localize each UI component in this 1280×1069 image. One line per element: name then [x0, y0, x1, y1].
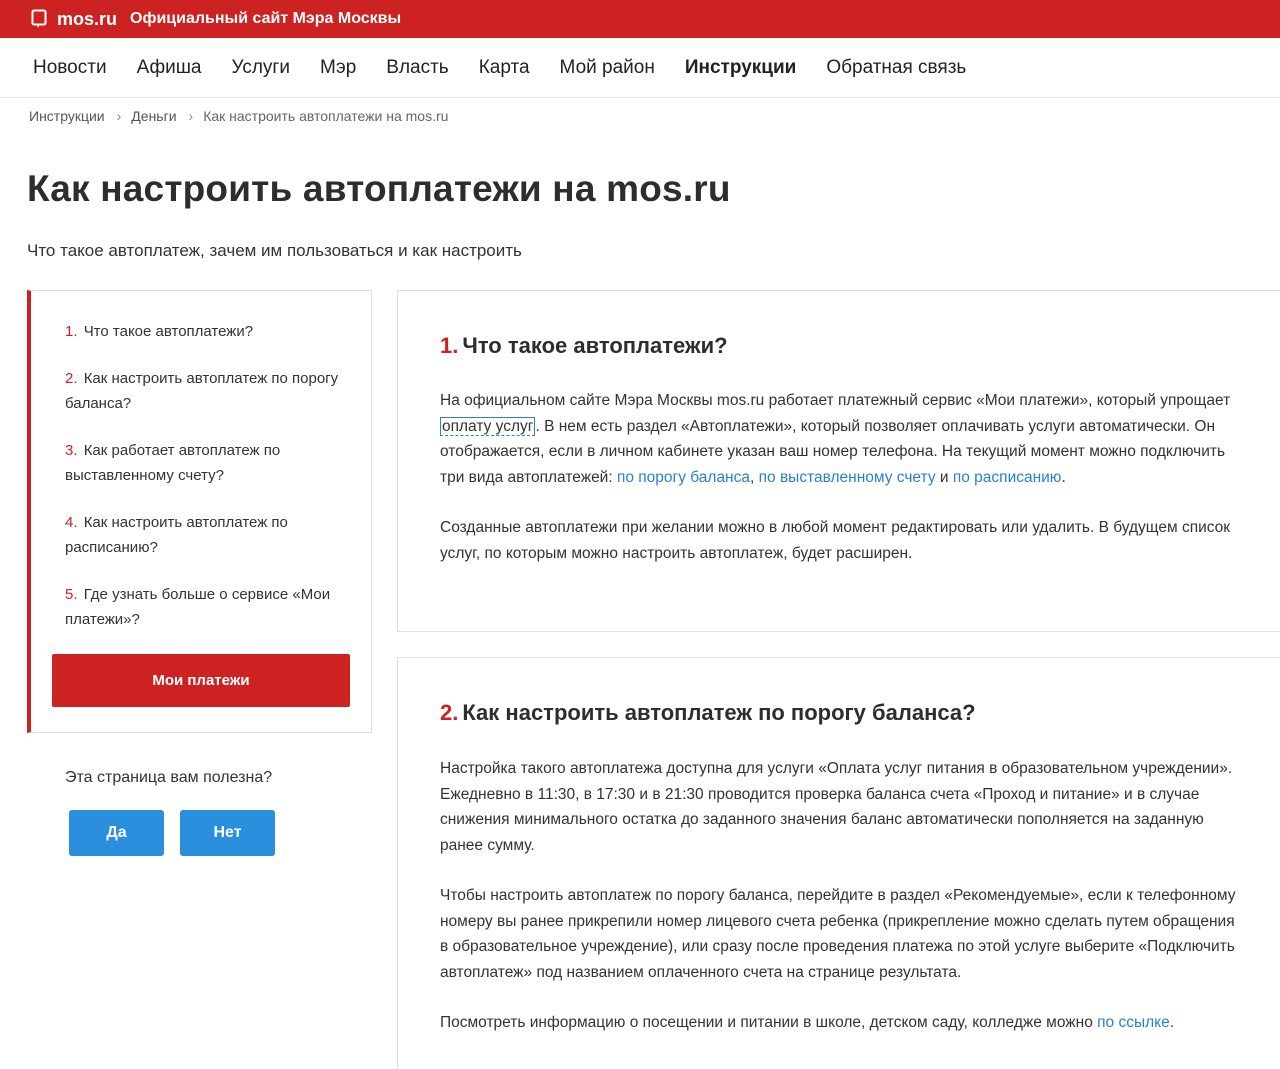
toc-item[interactable]: 4. Как настроить автоплатеж по расписани… — [65, 510, 345, 560]
my-payments-button[interactable]: Мои платежи — [52, 654, 350, 707]
section-number: 2. — [440, 700, 459, 725]
term-tooltip-link[interactable]: оплату услуг — [440, 416, 536, 436]
chevron-right-icon: › — [188, 108, 194, 124]
feedback-no-button[interactable]: Нет — [180, 810, 275, 856]
top-bar: mos.ru Официальный сайт Мэра Москвы — [0, 0, 1280, 38]
nav-services[interactable]: Услуги — [232, 57, 290, 79]
toc-item[interactable]: 2. Как настроить автоплатеж по порогу ба… — [65, 366, 345, 416]
nav-news[interactable]: Новости — [33, 57, 107, 79]
nav-afisha[interactable]: Афиша — [137, 57, 202, 79]
toc-label: Как настроить автоплатеж по порогу балан… — [65, 370, 339, 412]
toc-number: 4. — [65, 514, 78, 531]
link-schedule[interactable]: по расписанию — [953, 469, 1062, 486]
site-logo[interactable]: mos.ru — [57, 9, 117, 30]
page-subtitle: Что такое автоплатеж, зачем им пользоват… — [27, 241, 522, 260]
nav-feedback[interactable]: Обратная связь — [826, 57, 966, 79]
breadcrumb-instructions[interactable]: Инструкции — [29, 108, 105, 124]
paragraph: Чтобы настроить автоплатеж по порогу бал… — [440, 887, 1236, 981]
toc-number: 5. — [65, 586, 78, 603]
toc-label: Что такое автоплатежи? — [83, 323, 254, 340]
breadcrumb-current: Как настроить автоплатежи на mos.ru — [203, 108, 449, 124]
section-body: На официальном сайте Мэра Москвы mos.ru … — [440, 388, 1240, 591]
chevron-right-icon: › — [116, 108, 122, 124]
section-title: Как настроить автоплатеж по порогу балан… — [462, 700, 976, 725]
toc-number: 1. — [65, 323, 78, 340]
paragraph: Настройка такого автоплатежа доступна дл… — [440, 760, 1233, 854]
main-nav: Новости Афиша Услуги Мэр Власть Карта Мо… — [0, 38, 1280, 98]
breadcrumb-money[interactable]: Деньги — [131, 108, 176, 124]
paragraph: На официальном сайте Мэра Москвы mos.ru … — [440, 388, 1240, 490]
toc-label: Как работает автоплатеж по выставленному… — [65, 442, 281, 484]
link-more-info[interactable]: по ссылке — [1097, 1014, 1170, 1031]
link-balance-threshold[interactable]: по порогу баланса — [617, 469, 750, 486]
nav-government[interactable]: Власть — [386, 57, 448, 79]
section-body: Настройка такого автоплатежа доступна дл… — [440, 756, 1240, 1061]
text: , — [750, 468, 759, 486]
toc-number: 3. — [65, 442, 78, 459]
table-of-contents: 1. Что такое автоплатежи? 2. Как настрои… — [27, 290, 372, 733]
section-card-2: 2. Как настроить автоплатеж по порогу бал… — [397, 657, 1280, 1069]
breadcrumb: Инструкции › Деньги › Как настроить авто… — [29, 108, 448, 124]
text: . — [1061, 468, 1066, 486]
nav-map[interactable]: Карта — [479, 57, 530, 79]
section-heading: 2. Как настроить автоплатеж по порогу бал… — [440, 700, 976, 726]
section-heading: 1. Что такое автоплатежи? — [440, 333, 728, 359]
toc-item[interactable]: 5. Где узнать больше о сервисе «Мои плат… — [65, 582, 345, 632]
toc-item[interactable]: 1. Что такое автоплатежи? — [65, 319, 345, 344]
feedback-question: Эта страница вам полезна? — [65, 769, 273, 786]
site-title[interactable]: Официальный сайт Мэра Москвы — [130, 10, 401, 28]
nav-my-district[interactable]: Мой район — [560, 57, 655, 79]
map-pin-icon[interactable] — [31, 9, 47, 29]
section-card-1: 1. Что такое автоплатежи? На официальном … — [397, 290, 1280, 632]
text: . — [1169, 1014, 1175, 1031]
toc-item[interactable]: 3. Как работает автоплатеж по выставленн… — [65, 438, 345, 488]
paragraph: Созданные автоплатежи при желании можно … — [440, 519, 1231, 562]
text: и — [935, 468, 953, 486]
toc-label: Где узнать больше о сервисе «Мои платежи… — [65, 586, 331, 628]
feedback-yes-button[interactable]: Да — [69, 810, 164, 856]
text: Посмотреть информацию о посещении и пита… — [440, 1014, 1098, 1031]
nav-mayor[interactable]: Мэр — [320, 57, 356, 79]
nav-instructions[interactable]: Инструкции — [685, 57, 796, 79]
link-issued-bill[interactable]: по выставленному счету — [759, 469, 936, 486]
page-title: Как настроить автоплатежи на mos.ru — [27, 168, 731, 209]
section-title: Что такое автоплатежи? — [462, 333, 728, 358]
toc-label: Как настроить автоплатеж по расписанию? — [65, 514, 288, 556]
toc-number: 2. — [65, 370, 78, 387]
paragraph: Посмотреть информацию о посещении и пита… — [440, 1010, 1240, 1036]
toc-list: 1. Что такое автоплатежи? 2. Как настрои… — [65, 319, 345, 654]
text: На официальном сайте Мэра Москвы mos.ru … — [440, 392, 1231, 409]
section-number: 1. — [440, 333, 459, 358]
